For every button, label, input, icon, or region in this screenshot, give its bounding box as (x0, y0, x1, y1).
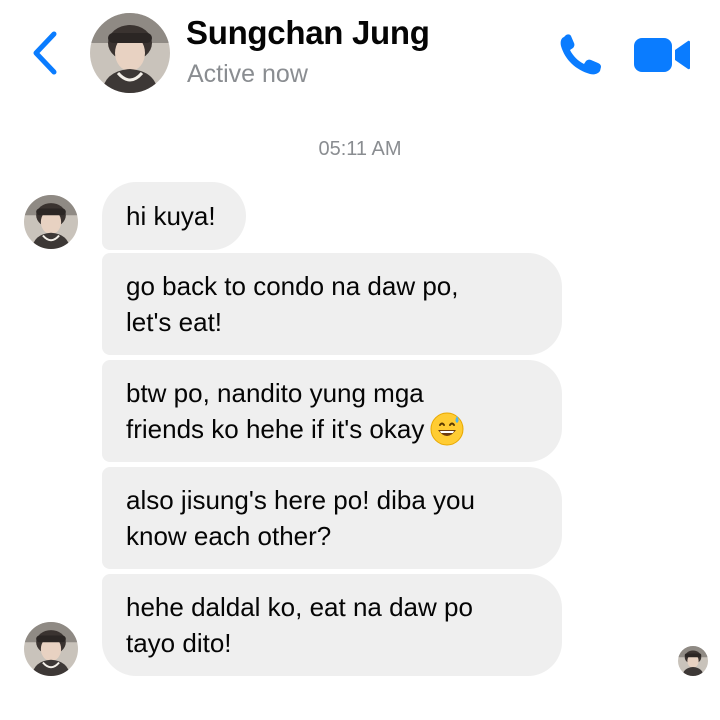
message-text: know each other? (126, 521, 332, 551)
message-text: hehe daldal ko, eat na daw po (126, 592, 473, 622)
message-text: also jisung's here po! diba you (126, 485, 475, 515)
message-bubble[interactable]: go back to condo na daw po, let's eat! (102, 253, 562, 355)
message-bubble[interactable]: btw po, nandito yung mga friends ko hehe… (102, 360, 562, 462)
message-text: hi kuya! (126, 201, 216, 231)
active-status: Active now (187, 60, 308, 88)
message-text: btw po, nandito yung mga (126, 378, 424, 408)
message-bubble[interactable]: hehe daldal ko, eat na daw po tayo dito! (102, 574, 562, 676)
contact-name[interactable]: Sungchan Jung (186, 14, 430, 52)
video-camera-icon (634, 38, 690, 72)
video-call-button[interactable] (634, 36, 690, 74)
message-bubble[interactable]: hi kuya! (102, 182, 246, 250)
back-button[interactable] (28, 30, 64, 76)
message-text: tayo dito! (126, 628, 232, 658)
chevron-left-icon (33, 31, 57, 75)
message-text: friends ko hehe if it's okay (126, 414, 425, 444)
message-timestamp: 05:11 AM (318, 138, 402, 160)
sender-avatar[interactable] (24, 195, 78, 249)
chat-screen: Sungchan Jung Active now 05:11 AM hi kuy… (0, 0, 720, 720)
grinning-sweat-emoji-icon (430, 412, 464, 446)
contact-avatar[interactable] (90, 13, 170, 93)
seen-receipt-avatar (678, 646, 708, 676)
message-text: go back to condo na daw po, (126, 271, 459, 301)
voice-call-button[interactable] (558, 33, 604, 77)
phone-icon (560, 34, 601, 75)
message-bubble[interactable]: also jisung's here po! diba you know eac… (102, 467, 562, 569)
message-text: let's eat! (126, 307, 223, 337)
sender-avatar[interactable] (24, 622, 78, 676)
